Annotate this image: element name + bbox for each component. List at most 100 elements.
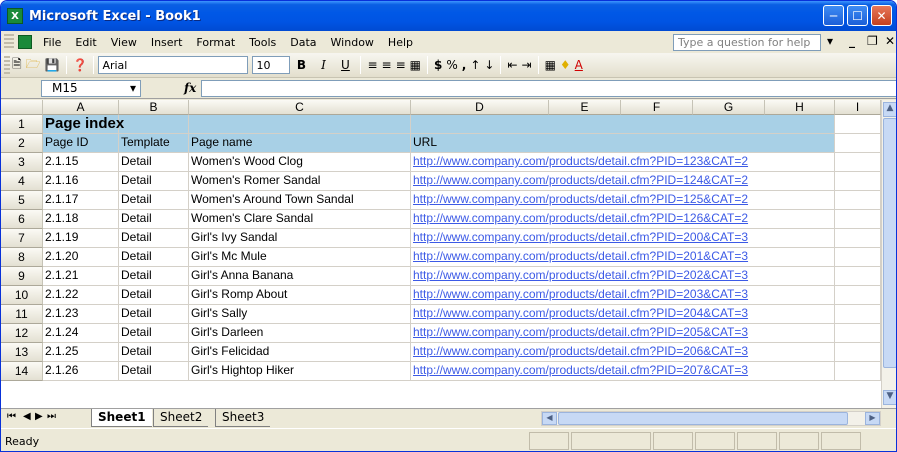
table-cell[interactable]: Girl's Darleen xyxy=(189,324,411,343)
align-center-icon[interactable]: ≡ xyxy=(382,55,392,75)
save-icon[interactable]: 💾 xyxy=(45,55,60,75)
table-cell[interactable]: Detail xyxy=(119,286,189,305)
table-cell[interactable]: 2.1.21 xyxy=(43,267,119,286)
underline-button[interactable]: U xyxy=(336,55,354,75)
increase-indent-icon[interactable]: ⇥ xyxy=(522,55,532,75)
table-cell[interactable]: 2.1.16 xyxy=(43,172,119,191)
table-cell[interactable]: Detail xyxy=(119,248,189,267)
empty-cell[interactable] xyxy=(835,115,881,134)
decrease-indent-icon[interactable]: ⇤ xyxy=(507,55,517,75)
new-icon[interactable]: 🗎 xyxy=(12,55,22,75)
menu-help[interactable]: Help xyxy=(381,36,420,49)
row-header[interactable]: 9 xyxy=(1,267,43,286)
row-header[interactable]: 3 xyxy=(1,153,43,172)
insert-function-icon[interactable]: fx xyxy=(184,81,196,95)
row-header[interactable]: 12 xyxy=(1,324,43,343)
table-cell[interactable]: Detail xyxy=(119,343,189,362)
sheet-tab-sheet1[interactable]: Sheet1 xyxy=(91,409,152,427)
align-left-icon[interactable]: ≡ xyxy=(367,55,377,75)
url-link-cell[interactable]: http://www.company.com/products/detail.c… xyxy=(411,172,835,191)
column-header[interactable]: E xyxy=(549,100,621,115)
currency-button[interactable]: $ xyxy=(434,55,442,75)
row-header[interactable]: 5 xyxy=(1,191,43,210)
document-icon[interactable] xyxy=(18,35,32,49)
row-header[interactable]: 1 xyxy=(1,115,43,134)
table-cell[interactable] xyxy=(119,115,189,134)
url-link-cell[interactable]: http://www.company.com/products/detail.c… xyxy=(411,343,835,362)
url-link-cell[interactable]: http://www.company.com/products/detail.c… xyxy=(411,286,835,305)
scroll-down-icon[interactable]: ▼ xyxy=(883,390,896,405)
table-cell[interactable]: 2.1.20 xyxy=(43,248,119,267)
empty-cell[interactable] xyxy=(835,362,881,381)
column-header[interactable]: H xyxy=(765,100,835,115)
empty-cell[interactable] xyxy=(835,343,881,362)
excel-app-icon[interactable]: X xyxy=(7,8,23,24)
help-circle-icon[interactable]: ❓ xyxy=(73,55,88,75)
column-header[interactable]: B xyxy=(119,100,189,115)
formula-input[interactable] xyxy=(201,80,896,97)
url-link-cell[interactable]: http://www.company.com/products/detail.c… xyxy=(411,324,835,343)
empty-cell[interactable] xyxy=(835,191,881,210)
sheet-tab-sheet3[interactable]: Sheet3 xyxy=(215,409,271,427)
toolbar-grip[interactable] xyxy=(4,56,10,74)
row-header[interactable]: 7 xyxy=(1,229,43,248)
table-cell[interactable]: Women's Romer Sandal xyxy=(189,172,411,191)
table-cell[interactable]: 2.1.17 xyxy=(43,191,119,210)
table-cell[interactable]: Detail xyxy=(119,229,189,248)
close-button[interactable]: ✕ xyxy=(871,5,892,26)
table-cell[interactable]: Girl's Anna Banana xyxy=(189,267,411,286)
maximize-button[interactable]: ☐ xyxy=(847,5,868,26)
table-cell[interactable]: Girl's Romp About xyxy=(189,286,411,305)
menu-data[interactable]: Data xyxy=(283,36,323,49)
table-cell[interactable]: Girl's Sally xyxy=(189,305,411,324)
table-cell[interactable]: Detail xyxy=(119,305,189,324)
doc-restore-icon[interactable]: ❐ xyxy=(867,34,878,48)
increase-decimal-icon[interactable]: ↑ xyxy=(470,55,480,75)
scroll-right-icon[interactable]: ▶ xyxy=(865,412,880,425)
row-header[interactable]: 13 xyxy=(1,343,43,362)
merge-center-icon[interactable]: ▦ xyxy=(410,55,421,75)
decrease-decimal-icon[interactable]: ↓ xyxy=(484,55,494,75)
borders-icon[interactable]: ▦ xyxy=(545,55,556,75)
column-header[interactable]: C xyxy=(189,100,411,115)
font-color-icon[interactable]: A xyxy=(575,55,583,75)
empty-cell[interactable] xyxy=(835,305,881,324)
row-header[interactable]: 11 xyxy=(1,305,43,324)
column-label-cell[interactable]: Page name xyxy=(189,134,411,153)
table-cell[interactable]: Women's Around Town Sandal xyxy=(189,191,411,210)
font-size-select[interactable]: 10 xyxy=(252,56,291,74)
url-link-cell[interactable]: http://www.company.com/products/detail.c… xyxy=(411,153,835,172)
select-all-corner[interactable] xyxy=(1,100,43,115)
menu-insert[interactable]: Insert xyxy=(144,36,190,49)
bold-button[interactable]: B xyxy=(292,55,310,75)
row-header[interactable]: 4 xyxy=(1,172,43,191)
table-cell[interactable]: 2.1.19 xyxy=(43,229,119,248)
empty-cell[interactable] xyxy=(835,229,881,248)
last-sheet-icon[interactable]: ⏭ xyxy=(47,411,56,422)
comma-button[interactable]: , xyxy=(462,55,467,75)
sheet-tab-sheet2[interactable]: Sheet2 xyxy=(153,409,209,427)
column-label-cell[interactable]: Page ID xyxy=(43,134,119,153)
empty-cell[interactable] xyxy=(835,134,881,153)
vertical-scrollbar[interactable]: ▲ ▼ xyxy=(881,100,896,408)
empty-cell[interactable] xyxy=(835,172,881,191)
url-link-cell[interactable]: http://www.company.com/products/detail.c… xyxy=(411,267,835,286)
column-label-cell[interactable]: Template xyxy=(119,134,189,153)
align-right-icon[interactable]: ≡ xyxy=(396,55,406,75)
italic-button[interactable]: I xyxy=(314,55,332,75)
table-cell[interactable]: 2.1.26 xyxy=(43,362,119,381)
open-icon[interactable]: 🗁 xyxy=(26,55,41,75)
empty-cell[interactable] xyxy=(835,286,881,305)
first-sheet-icon[interactable]: ⏮ xyxy=(7,411,16,422)
title-bar[interactable]: X Microsoft Excel - Book1 ─ ☐ ✕ xyxy=(1,1,896,31)
menu-file[interactable]: File xyxy=(36,36,68,49)
table-cell[interactable]: Detail xyxy=(119,210,189,229)
name-box[interactable]: M15 ▾ xyxy=(41,80,141,97)
column-header[interactable]: F xyxy=(621,100,693,115)
prev-sheet-icon[interactable]: ◀ xyxy=(23,411,31,422)
menu-grip-handle[interactable] xyxy=(4,34,14,50)
menu-tools[interactable]: Tools xyxy=(242,36,283,49)
scroll-left-icon[interactable]: ◀ xyxy=(542,412,557,425)
column-header[interactable]: G xyxy=(693,100,765,115)
table-cell[interactable]: Detail xyxy=(119,153,189,172)
